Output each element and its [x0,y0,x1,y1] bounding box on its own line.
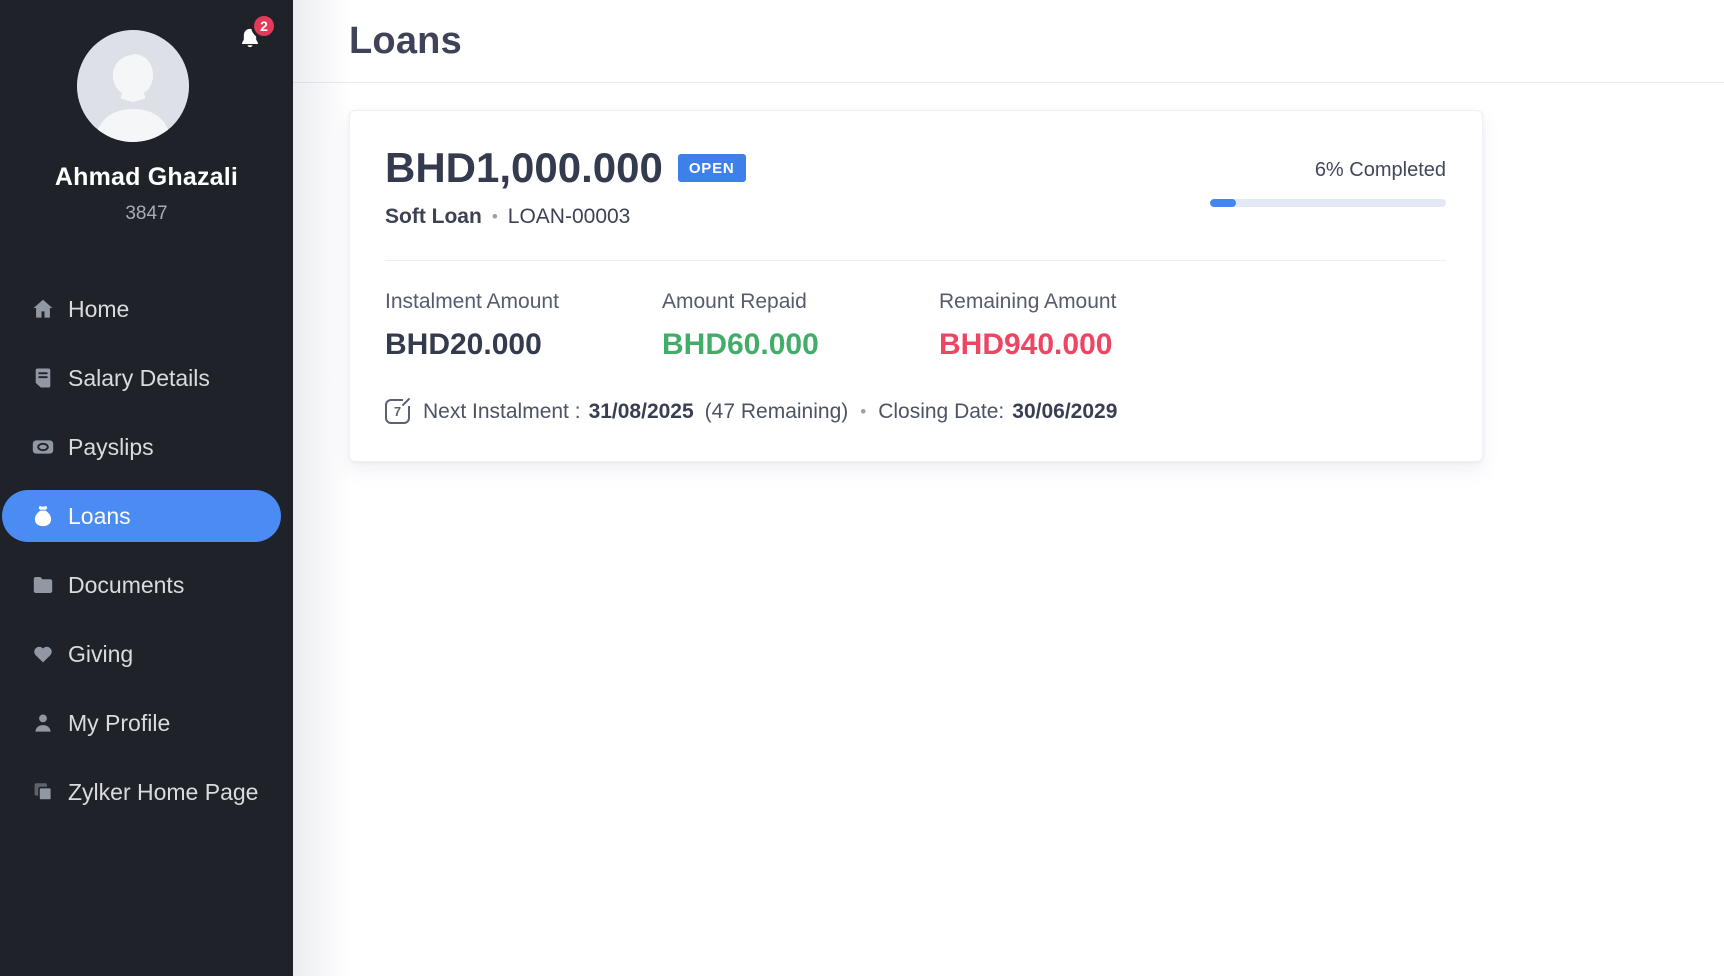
dot-separator: • [860,402,866,422]
sidebar-item-label: Zylker Home Page [68,779,258,806]
next-instalment-date: 31/08/2025 [589,400,694,424]
notifications-button[interactable]: 2 [237,24,263,54]
dot-separator: • [492,207,498,227]
sidebar-nav: Home Salary Details Payslips [0,283,293,818]
stat-value: BHD60.000 [662,328,939,362]
remaining-count: (47 Remaining) [705,400,849,424]
money-bag-icon [31,504,55,528]
loan-id: LOAN-00003 [508,205,631,229]
document-icon [31,366,55,390]
loan-stats: Instalment Amount BHD20.000 Amount Repai… [385,261,1446,362]
sidebar-item-label: Giving [68,641,133,668]
progress-label: 6% Completed [1210,159,1446,182]
sidebar-item-giving[interactable]: Giving [0,628,293,680]
sidebar-item-payslips[interactable]: Payslips [0,421,293,473]
stat-label: Remaining Amount [939,290,1116,314]
loan-summary: BHD1,000.000 OPEN Soft Loan • LOAN-00003 [385,144,746,229]
windows-icon [31,780,55,804]
next-instalment-label: Next Instalment : [423,400,581,424]
calendar-icon: 7 [385,399,410,424]
sidebar-item-salary-details[interactable]: Salary Details [0,352,293,404]
home-icon [31,297,55,321]
sidebar-shadow [293,0,351,976]
page-title: Loans [349,20,462,63]
loan-card-footer: 7 Next Instalment : 31/08/2025 (47 Remai… [385,399,1446,424]
page-header: Loans [293,0,1724,83]
folder-icon [31,573,55,597]
sidebar-item-label: Loans [68,503,131,530]
sidebar-item-documents[interactable]: Documents [0,559,293,611]
sidebar-item-my-profile[interactable]: My Profile [0,697,293,749]
progress-bar [1210,199,1446,207]
loan-type: Soft Loan [385,205,482,229]
sidebar-item-label: Payslips [68,434,154,461]
loan-card[interactable]: BHD1,000.000 OPEN Soft Loan • LOAN-00003… [349,110,1483,462]
avatar [77,30,189,142]
loan-amount: BHD1,000.000 [385,144,663,192]
stat-remaining-amount: Remaining Amount BHD940.000 [939,290,1116,362]
stat-value: BHD20.000 [385,328,662,362]
loan-progress: 6% Completed [1210,144,1446,229]
main-content: Loans BHD1,000.000 OPEN Soft Loan • LOAN… [293,0,1724,976]
stat-label: Instalment Amount [385,290,662,314]
stat-instalment-amount: Instalment Amount BHD20.000 [385,290,662,362]
sidebar-item-loans[interactable]: Loans [2,490,281,542]
sidebar-item-label: Home [68,296,129,323]
sidebar-item-home[interactable]: Home [0,283,293,335]
sidebar-item-label: Salary Details [68,365,210,392]
stat-value: BHD940.000 [939,328,1116,362]
closing-date: 30/06/2029 [1012,400,1117,424]
user-name: Ahmad Ghazali [0,163,293,192]
user-icon [31,711,55,735]
sidebar-item-zylker-home-page[interactable]: Zylker Home Page [0,766,293,818]
progress-fill [1210,199,1236,207]
sidebar: 2 Ahmad Ghazali 3847 Home [0,0,293,976]
loan-status-badge: OPEN [678,154,746,182]
sidebar-item-label: Documents [68,572,184,599]
banknote-icon [31,435,55,459]
sidebar-item-label: My Profile [68,710,170,737]
closing-date-label: Closing Date: [878,400,1004,424]
heart-icon [31,642,55,666]
stat-amount-repaid: Amount Repaid BHD60.000 [662,290,939,362]
notification-badge[interactable]: 2 [251,13,277,39]
stat-label: Amount Repaid [662,290,939,314]
user-employee-id: 3847 [0,203,293,225]
